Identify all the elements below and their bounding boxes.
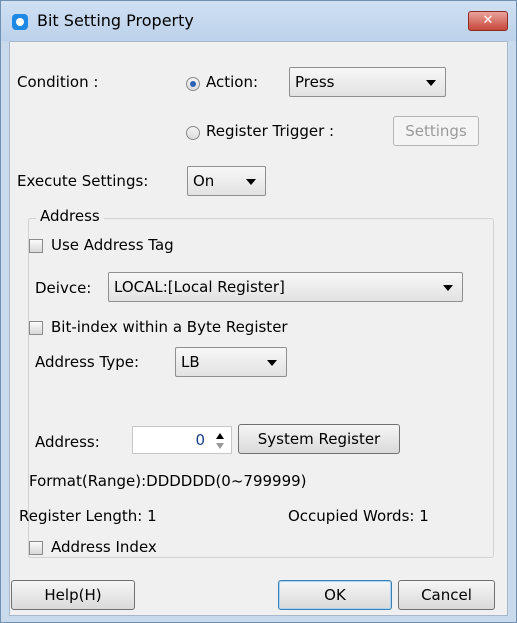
address-group-title: Address [36,207,104,225]
chevron-down-icon [267,360,277,366]
chevron-down-icon [443,285,453,291]
address-type-select[interactable]: LB [175,347,287,377]
register-trigger-radio[interactable] [186,126,200,140]
help-button[interactable]: Help(H) [11,580,135,610]
chevron-down-icon [426,80,436,86]
condition-label: Condition : [17,73,99,91]
address-type-value: LB [181,353,200,371]
spin-down-icon[interactable] [216,443,224,449]
occupied-words-text: Occupied Words: 1 [288,507,429,525]
address-type-label: Address Type: [35,353,140,371]
device-label: Deivce: [35,279,92,297]
system-register-button[interactable]: System Register [238,424,400,454]
settings-button[interactable]: Settings [393,116,479,146]
execute-settings-label: Execute Settings: [17,172,149,190]
execute-settings-value: On [193,172,215,190]
register-trigger-label: Register Trigger : [206,122,335,140]
action-radio[interactable] [186,77,200,91]
register-length-text: Register Length: 1 [19,507,157,525]
use-address-tag-checkbox[interactable] [29,239,43,253]
bit-index-label: Bit-index within a Byte Register [51,318,288,336]
cancel-button[interactable]: Cancel [398,580,495,610]
window-title: Bit Setting Property [37,11,194,30]
action-select[interactable]: Press [289,67,446,97]
device-select[interactable]: LOCAL:[Local Register] [108,272,463,302]
address-index-checkbox[interactable] [29,541,43,555]
action-select-value: Press [295,73,335,91]
bit-setting-dialog: Bit Setting Property ✕ Condition : Actio… [0,0,517,623]
dialog-body: Condition : Action: Press Register Trigg… [9,41,508,616]
execute-settings-select[interactable]: On [187,166,266,196]
format-range-text: Format(Range):DDDDDD(0~799999) [29,472,307,490]
address-index-label: Address Index [51,538,157,556]
bit-index-checkbox[interactable] [29,321,43,335]
spin-up-icon[interactable] [216,433,224,439]
chevron-down-icon [246,179,256,185]
close-button[interactable]: ✕ [468,11,508,31]
address-value: 0 [195,431,205,449]
title-bar: Bit Setting Property ✕ [1,1,516,41]
device-select-value: LOCAL:[Local Register] [114,278,285,296]
action-label: Action: [206,73,259,91]
address-label: Address: [35,433,100,451]
address-spinbox[interactable]: 0 [132,426,232,454]
ok-button[interactable]: OK [278,580,392,610]
app-icon [12,14,28,30]
use-address-tag-label: Use Address Tag [51,236,174,254]
